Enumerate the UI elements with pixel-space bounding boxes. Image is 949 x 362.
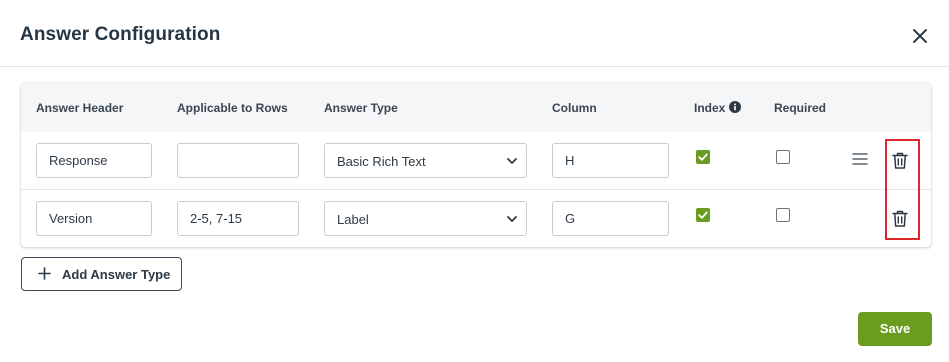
answer-type-select[interactable]: Basic Rich Text — [324, 143, 527, 178]
answer-type-select[interactable]: Label — [324, 201, 527, 236]
add-answer-type-button[interactable]: Add Answer Type — [21, 257, 182, 291]
index-checkbox[interactable] — [696, 150, 710, 164]
check-icon — [698, 153, 708, 161]
column-input[interactable] — [552, 143, 669, 178]
answer-type-value: Label — [337, 212, 369, 227]
table-row: Label — [21, 190, 931, 248]
header-column: Column — [552, 101, 597, 115]
required-checkbox[interactable] — [776, 208, 790, 222]
column-input[interactable] — [552, 201, 669, 236]
dialog-header: Answer Configuration — [0, 0, 949, 67]
info-icon[interactable] — [729, 101, 741, 113]
answer-table: Answer Header Applicable to Rows Answer … — [21, 83, 931, 247]
check-icon — [698, 211, 708, 219]
applicable-rows-input[interactable] — [177, 143, 299, 178]
add-answer-type-label: Add Answer Type — [62, 267, 171, 282]
applicable-rows-input[interactable] — [177, 201, 299, 236]
chevron-down-icon — [507, 158, 517, 164]
header-answer-type: Answer Type — [324, 101, 398, 115]
dialog-title: Answer Configuration — [20, 24, 221, 45]
chevron-down-icon — [507, 216, 517, 222]
answer-header-input[interactable] — [36, 143, 152, 178]
answer-type-value: Basic Rich Text — [337, 154, 426, 169]
header-applicable-rows: Applicable to Rows — [177, 101, 288, 115]
delete-column-highlight — [885, 139, 920, 240]
table-row: Basic Rich Text — [21, 132, 931, 190]
close-icon — [913, 29, 927, 43]
save-button[interactable]: Save — [858, 312, 932, 346]
header-index: Index — [694, 101, 726, 115]
header-required: Required — [774, 101, 827, 115]
drag-handle-icon[interactable] — [851, 151, 869, 167]
header-answer-header: Answer Header — [36, 101, 124, 115]
close-button[interactable] — [906, 22, 934, 50]
index-checkbox[interactable] — [696, 208, 710, 222]
answer-header-input[interactable] — [36, 201, 152, 236]
plus-icon — [38, 267, 51, 280]
table-header: Answer Header Applicable to Rows Answer … — [21, 83, 931, 132]
required-checkbox[interactable] — [776, 150, 790, 164]
